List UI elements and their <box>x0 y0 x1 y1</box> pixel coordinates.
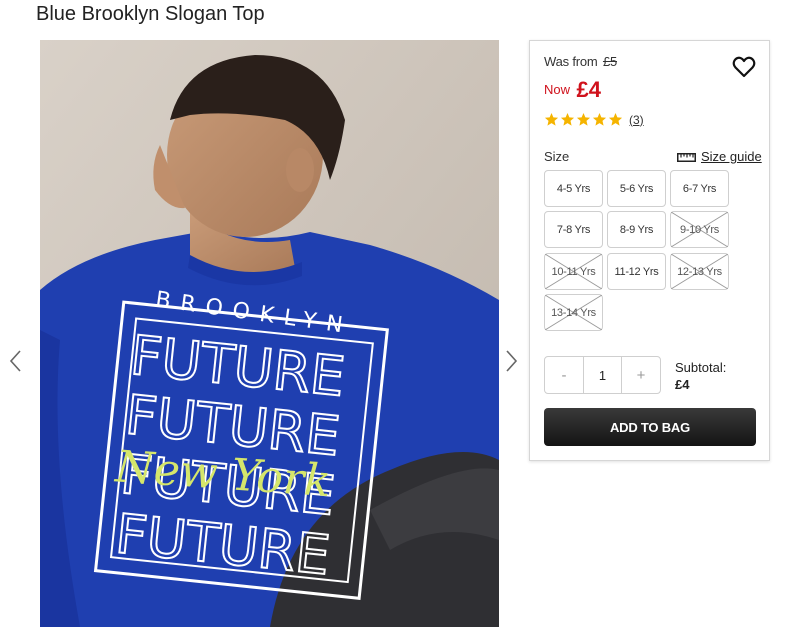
size-option-label: 7-8 Yrs <box>556 223 591 236</box>
star-icon <box>608 112 623 126</box>
size-guide-label: Size guide <box>701 149 762 164</box>
star-icon <box>544 112 559 126</box>
carousel-prev-button[interactable] <box>8 348 24 374</box>
quantity-input[interactable]: 1 <box>583 357 622 393</box>
star-icon <box>576 112 591 126</box>
rating: (3) <box>544 112 644 127</box>
size-guide-link[interactable]: Size guide <box>677 149 762 164</box>
size-option[interactable]: 6-7 Yrs <box>670 170 729 207</box>
size-option[interactable]: 5-6 Yrs <box>607 170 666 207</box>
size-option-unavailable[interactable]: 13-14 Yrs <box>544 294 603 331</box>
purchase-panel: Was from £5 Now £4 (3) Size Size guide 4… <box>529 40 770 461</box>
star-icon <box>560 112 575 126</box>
was-price-label: Was from <box>544 54 598 69</box>
was-price: Was from £5 <box>544 54 617 69</box>
star-icon <box>592 112 607 126</box>
add-to-bag-button[interactable]: ADD TO BAG <box>544 408 756 446</box>
wishlist-button[interactable] <box>731 54 757 80</box>
size-option[interactable]: 7-8 Yrs <box>544 211 603 248</box>
was-price-value: £5 <box>602 54 618 69</box>
quantity-stepper: - 1 + <box>544 356 661 394</box>
now-price-value: £4 <box>576 77 601 102</box>
chevron-left-icon <box>9 350 21 372</box>
now-price: Now £4 <box>544 77 601 103</box>
size-option-label: 6-7 Yrs <box>682 182 717 195</box>
quantity-increase-button[interactable]: + <box>622 357 660 393</box>
subtotal-label: Subtotal: <box>675 360 727 375</box>
subtotal: Subtotal: £4 <box>675 359 726 393</box>
size-option[interactable]: 8-9 Yrs <box>607 211 666 248</box>
size-option[interactable]: 11-12 Yrs <box>607 253 666 290</box>
size-label: Size <box>544 149 570 164</box>
size-option-label: 9-10 Yrs <box>680 223 719 236</box>
size-option[interactable]: 4-5 Yrs <box>544 170 603 207</box>
size-option-unavailable[interactable]: 10-11 Yrs <box>544 253 603 290</box>
size-option-unavailable[interactable]: 9-10 Yrs <box>670 211 729 248</box>
size-option-label: 4-5 Yrs <box>556 182 591 195</box>
now-price-label: Now <box>544 82 571 97</box>
chevron-right-icon <box>506 350 518 372</box>
ruler-icon <box>677 153 696 162</box>
product-photo: BROOKLYN FUTURE FUTURE FUTURE FUTURE New… <box>40 40 499 627</box>
carousel-next-button[interactable] <box>503 348 519 374</box>
size-option-label: 10-11 Yrs <box>551 265 596 278</box>
size-option-label: 11-12 Yrs <box>614 265 659 278</box>
size-option-label: 8-9 Yrs <box>619 223 654 236</box>
size-option-label: 13-14 Yrs <box>551 306 596 319</box>
quantity-decrease-button[interactable]: - <box>545 357 583 393</box>
product-title: Blue Brooklyn Slogan Top <box>36 3 265 25</box>
product-image[interactable]: BROOKLYN FUTURE FUTURE FUTURE FUTURE New… <box>40 40 499 627</box>
size-option-unavailable[interactable]: 12-13 Yrs <box>670 253 729 290</box>
size-option-label: 12-13 Yrs <box>677 265 722 278</box>
review-count-link[interactable]: (3) <box>629 113 644 127</box>
subtotal-value: £4 <box>675 377 690 392</box>
size-option-label: 5-6 Yrs <box>619 182 654 195</box>
heart-outline-icon <box>732 56 756 78</box>
